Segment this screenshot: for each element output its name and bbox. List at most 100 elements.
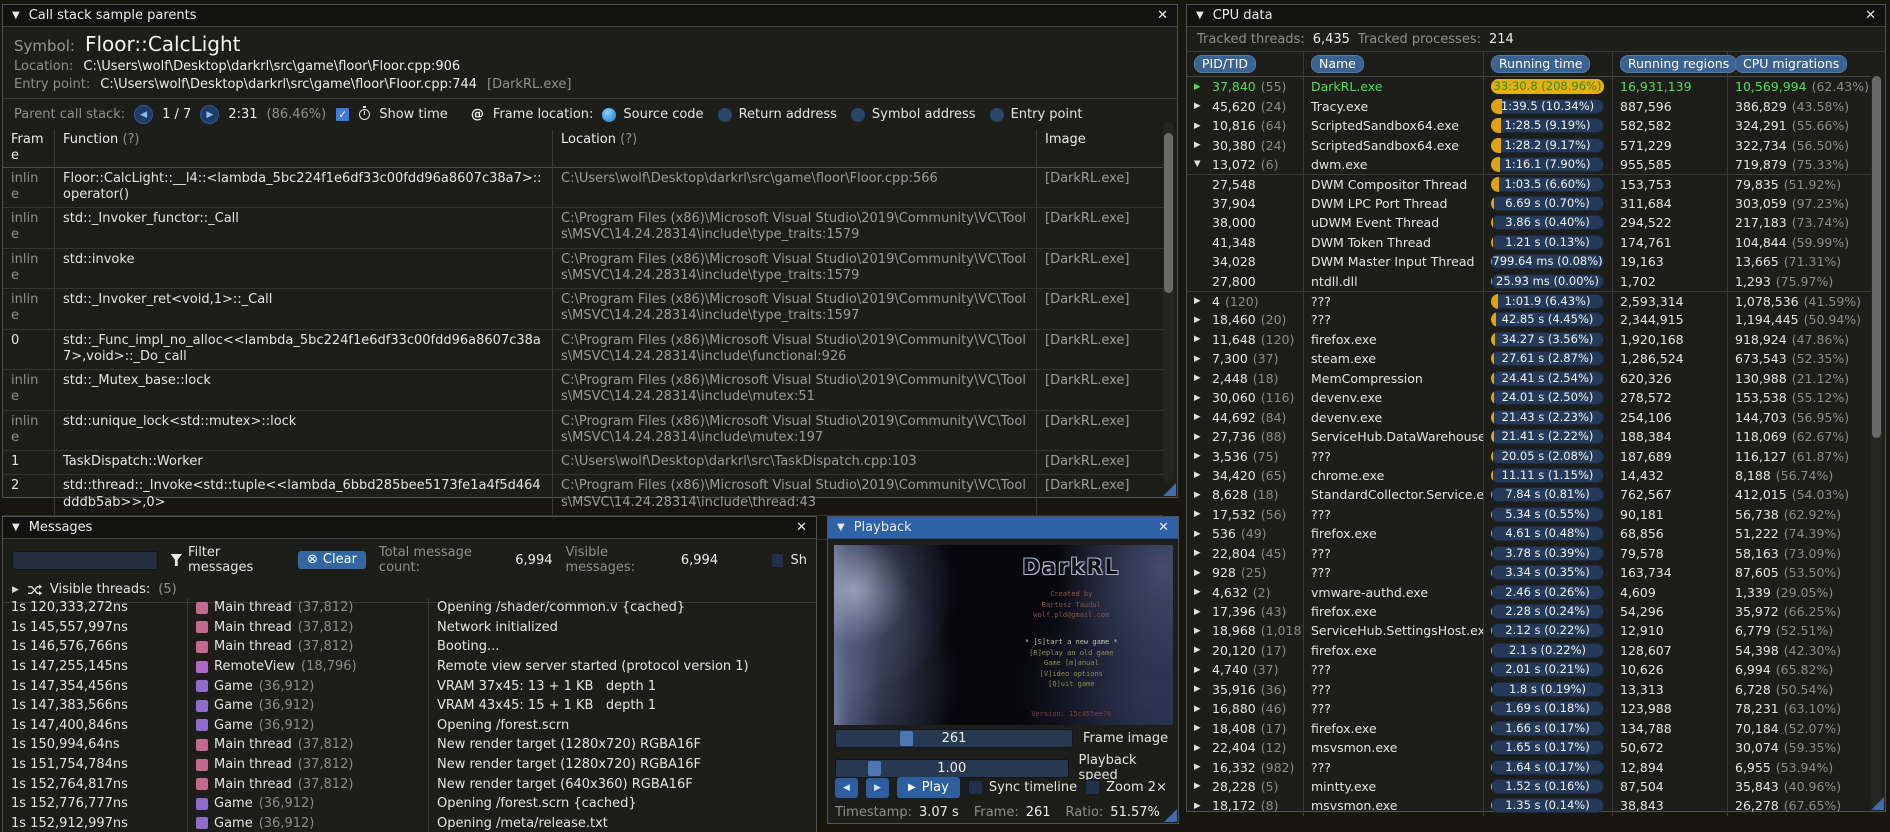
expand-icon[interactable]: ▼ — [1194, 159, 1207, 169]
resize-grip[interactable] — [1163, 483, 1176, 496]
expand-icon[interactable]: ▶ — [1194, 373, 1207, 383]
callstack-row[interactable]: inline std::_Invoker_ret<void,1>::_Call … — [3, 289, 1163, 330]
scrollbar-thumb[interactable] — [1164, 133, 1173, 293]
radio-option[interactable]: Source code — [602, 107, 704, 122]
expand-icon[interactable]: ▶ — [1194, 645, 1207, 655]
function-cell[interactable]: std::_Invoker_ret<void,1>::_Call — [55, 289, 553, 330]
pid-cell[interactable]: ▶ 16,332 (982) — [1187, 757, 1304, 777]
pid-cell[interactable]: ▶ 536 (49) — [1187, 524, 1304, 544]
pid-cell[interactable]: ▶ 928 (25) — [1187, 562, 1304, 583]
process-row[interactable]: ▶ 20,120 (17) firefox.exe 2.1 s (0.22%) … — [1187, 640, 1871, 661]
show-time-checkbox[interactable]: ✓ — [335, 107, 351, 122]
process-row[interactable]: ▶ 18,968 (1,018) ServiceHub.SettingsHost… — [1187, 621, 1871, 641]
expand-icon[interactable]: ▶ — [1194, 354, 1207, 364]
process-row[interactable]: 34,028 DWM Master Input Thread 799.64 ms… — [1187, 251, 1871, 272]
function-cell[interactable]: std::_Mutex_base::lock — [55, 370, 553, 411]
pid-cell[interactable]: ▶ 27,736 (88) — [1187, 426, 1304, 447]
process-row[interactable]: ▶ 30,060 (116) devenv.exe 24.01 s (2.50%… — [1187, 388, 1871, 408]
expand-icon[interactable]: ▶ — [1194, 781, 1207, 791]
radio-option[interactable]: Return address — [717, 107, 837, 122]
pid-cell[interactable]: 27,548 — [1187, 175, 1304, 194]
process-row[interactable]: 41,348 DWM Token Thread 1.21 s (0.13%) 1… — [1187, 232, 1871, 252]
process-row[interactable]: ▶ 37,840 (55) DarkRL.exe 33:30.8 (208.96… — [1187, 77, 1871, 97]
process-row[interactable]: ▶ 11,648 (120) firefox.exe 34.27 s (3.56… — [1187, 329, 1871, 350]
pid-cell[interactable]: ▶ 17,532 (56) — [1187, 504, 1304, 525]
expand-icon[interactable]: ▶ — [1194, 801, 1207, 811]
process-row[interactable]: ▶ 536 (49) firefox.exe 4.61 s (0.48%) 68… — [1187, 524, 1871, 544]
step-forward-button[interactable]: ▶ — [866, 777, 889, 798]
pid-cell[interactable]: ▼ 13,072 (6) — [1187, 154, 1304, 175]
expand-icon[interactable]: ▶ — [1194, 743, 1207, 753]
messages-titlebar[interactable]: ▼ Messages ✕ — [3, 517, 816, 539]
next-frame-button[interactable]: ▶ — [200, 105, 220, 124]
callstack-row[interactable]: inline std::invoke C:\Program Files (x86… — [3, 248, 1163, 289]
cpu-titlebar[interactable]: ▼ CPU data ✕ — [1187, 5, 1885, 27]
expand-icon[interactable]: ▶ — [1194, 607, 1207, 617]
function-cell[interactable]: std::_Func_impl_no_alloc<<lambda_5bc224f… — [55, 329, 553, 370]
pid-cell[interactable]: ▶ 4,740 (37) — [1187, 660, 1304, 680]
pid-cell[interactable]: ▶ 8,628 (18) — [1187, 485, 1304, 505]
message-row[interactable]: 1s 147,400,846ns Game (36,912) Opening /… — [3, 715, 816, 736]
frame-slider[interactable]: 261 — [835, 729, 1073, 748]
process-row[interactable]: ▶ 4,632 (2) vmware-authd.exe 2.46 s (0.2… — [1187, 582, 1871, 602]
expand-icon[interactable]: ▶ — [1194, 393, 1207, 403]
process-row[interactable]: ▶ 28,228 (5) mintty.exe 1.52 s (0.16%) 8… — [1187, 776, 1871, 797]
expand-icon[interactable]: ▶ — [1194, 762, 1207, 772]
pid-cell[interactable]: ▶ 16,880 (46) — [1187, 699, 1304, 719]
clear-button[interactable]: ⊗ Clear — [298, 551, 366, 569]
process-row[interactable]: ▶ 8,628 (18) StandardCollector.Service.e… — [1187, 485, 1871, 505]
pid-cell[interactable]: ▶ 44,692 (84) — [1187, 407, 1304, 427]
col-running-time[interactable]: Running time — [1491, 55, 1591, 73]
pid-cell[interactable]: ▶ 18,408 (17) — [1187, 718, 1304, 738]
pid-cell[interactable]: ▶ 37,840 (55) — [1187, 77, 1304, 97]
col-image[interactable]: Image — [1037, 130, 1163, 168]
pid-cell[interactable]: ▶ 28,228 (5) — [1187, 776, 1304, 797]
callstack-row[interactable]: 0 std::_Func_impl_no_alloc<<lambda_5bc22… — [3, 329, 1163, 370]
process-row[interactable]: ▶ 17,532 (56) ??? 5.34 s (0.55%) 90,181 — [1187, 504, 1871, 525]
col-location[interactable]: Location (?) — [553, 130, 1037, 168]
expand-icon[interactable]: ▶ — [12, 585, 19, 595]
expand-icon[interactable]: ▶ — [1194, 587, 1207, 597]
pid-cell[interactable]: ▶ 45,620 (24) — [1187, 96, 1304, 116]
collapse-icon[interactable]: ▼ — [837, 522, 845, 533]
pid-cell[interactable]: ▶ 22,804 (45) — [1187, 543, 1304, 563]
function-cell[interactable]: std::thread::_Invoke<std::tuple<<lambda_… — [55, 475, 553, 516]
process-row[interactable]: ▼ 13,072 (6) dwm.exe 1:16.1 (7.90%) 955,… — [1187, 154, 1871, 175]
show-images-checkbox[interactable] — [771, 552, 785, 568]
close-icon[interactable]: ✕ — [796, 521, 807, 534]
process-row[interactable]: ▶ 16,332 (982) ??? 1.64 s (0.17%) 12,894 — [1187, 757, 1871, 777]
pid-cell[interactable]: ▶ 22,404 (12) — [1187, 737, 1304, 758]
pid-cell[interactable]: ▶ 3,536 (75) — [1187, 446, 1304, 466]
resize-grip[interactable] — [1164, 809, 1177, 822]
callstack-scrollbar[interactable] — [1163, 122, 1174, 482]
process-row[interactable]: ▶ 27,736 (88) ServiceHub.DataWarehouse 2… — [1187, 426, 1871, 447]
pid-cell[interactable]: ▶ 20,120 (17) — [1187, 640, 1304, 661]
expand-icon[interactable]: ▶ — [1194, 568, 1207, 578]
process-row[interactable]: 37,904 DWM LPC Port Thread 6.69 s (0.70%… — [1187, 193, 1871, 214]
expand-icon[interactable]: ▶ — [1194, 334, 1207, 344]
pid-cell[interactable]: ▶ 34,420 (65) — [1187, 465, 1304, 486]
expand-icon[interactable]: ▶ — [1194, 626, 1207, 636]
expand-icon[interactable]: ▶ — [1194, 315, 1207, 325]
process-row[interactable]: ▶ 18,172 (8) msvsmon.exe 1.35 s (0.14%) … — [1187, 796, 1871, 816]
message-row[interactable]: 1s 150,994,64ns Main thread (37,812) New… — [3, 735, 816, 755]
function-cell[interactable]: std::_Invoker_functor::_Call — [55, 208, 553, 249]
expand-icon[interactable]: ▶ — [1194, 684, 1207, 694]
function-cell[interactable]: Floor::CalcLight::__l4::<lambda_5bc224f1… — [55, 167, 553, 208]
pid-cell[interactable]: 37,904 — [1187, 193, 1304, 214]
message-row[interactable]: 1s 147,255,145ns RemoteView (18,796) Rem… — [3, 656, 816, 677]
process-row[interactable]: ▶ 18,460 (20) ??? 42.85 s (4.45%) 2,344,… — [1187, 310, 1871, 330]
message-row[interactable]: 1s 146,576,766ns Main thread (37,812) Bo… — [3, 637, 816, 657]
radio-icon[interactable] — [850, 107, 865, 122]
callstack-row[interactable]: 2 std::thread::_Invoke<std::tuple<<lambd… — [3, 475, 1163, 516]
expand-icon[interactable]: ▶ — [1194, 665, 1207, 675]
col-name[interactable]: Name — [1311, 55, 1364, 73]
callstack-row[interactable]: inline std::unique_lock<std::mutex>::loc… — [3, 410, 1163, 451]
expand-icon[interactable]: ▶ — [1194, 296, 1207, 306]
radio-icon[interactable] — [989, 107, 1004, 122]
callstack-row[interactable]: inline std::_Invoker_functor::_Call C:\P… — [3, 208, 1163, 249]
pid-cell[interactable]: ▶ 17,396 (43) — [1187, 601, 1304, 622]
message-row[interactable]: 1s 152,912,997ns Game (36,912) Opening /… — [3, 813, 816, 832]
message-row[interactable]: 1s 152,776,777ns Game (36,912) Opening /… — [3, 793, 816, 814]
process-row[interactable]: ▶ 22,804 (45) ??? 3.78 s (0.39%) 79,578 — [1187, 543, 1871, 563]
